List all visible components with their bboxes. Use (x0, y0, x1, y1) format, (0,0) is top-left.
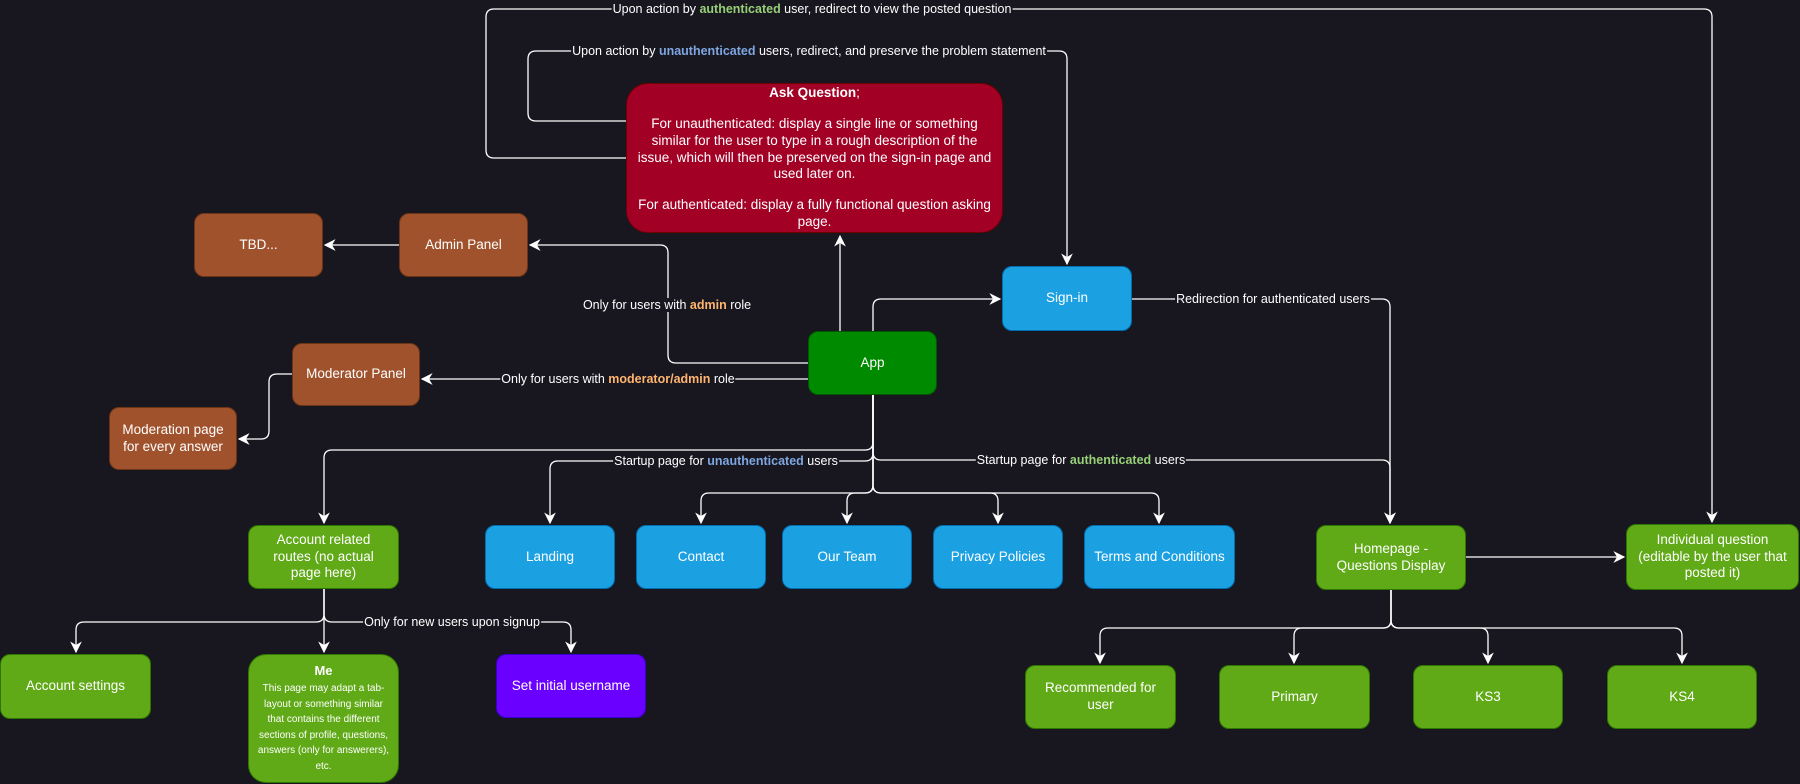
edge-app-to-ourteam (841, 395, 874, 525)
label-text: Redirection for authenticated users (1176, 292, 1370, 306)
tbd-label: TBD... (239, 236, 278, 252)
moderation-page-label: Moderation page for every answer (122, 421, 224, 454)
ks3-node[interactable]: KS3 (1413, 665, 1563, 729)
edge-account-to-settings (70, 589, 325, 654)
edge-label-moderator-only: Only for users with moderator/admin role (500, 372, 736, 386)
me-title: Me (314, 663, 333, 678)
edge-label-startup-auth: Startup page for authenticated users (975, 453, 1187, 467)
ask-question-title: Ask Question (769, 84, 857, 100)
sign-in-node[interactable]: Sign-in (1002, 266, 1132, 331)
edge-homepage-to-recommended (1094, 590, 1392, 665)
tbd-node[interactable]: TBD... (194, 213, 323, 277)
edge-label-unauth-redirect: Upon action by unauthenticated users, re… (571, 44, 1047, 58)
label-highlight: unauthenticated (707, 454, 804, 468)
moderator-panel-node[interactable]: Moderator Panel (292, 343, 420, 406)
edge-signin-to-homepage (1132, 298, 1396, 525)
app-label: App (860, 354, 885, 370)
set-username-label: Set initial username (511, 677, 631, 693)
homepage-label: Homepage - Questions Display (1336, 540, 1446, 573)
edge-label-admin-only: Only for users with admin role (581, 298, 753, 312)
account-routes-node[interactable]: Account related routes (no actual page h… (248, 525, 399, 589)
individual-question-label: Individual question (editable by the use… (1638, 531, 1787, 581)
ks3-label: KS3 (1475, 688, 1501, 704)
label-text: Only for users with (501, 372, 609, 386)
primary-label: Primary (1271, 688, 1318, 704)
label-text: Only for users with (582, 298, 690, 312)
moderator-panel-label: Moderator Panel (306, 366, 406, 382)
our-team-label: Our Team (817, 548, 877, 564)
label-text: Startup page for (614, 454, 708, 468)
individual-question-node[interactable]: Individual question (editable by the use… (1626, 524, 1799, 590)
label-highlight: authenticated (699, 2, 781, 16)
label-text: users (1151, 453, 1186, 467)
label-text: user, redirect to view the posted questi… (780, 2, 1012, 16)
label-highlight: admin (689, 298, 727, 312)
app-node[interactable]: App (808, 331, 937, 395)
sign-in-label: Sign-in (1045, 290, 1089, 306)
terms-conditions-label: Terms and Conditions (1094, 548, 1225, 564)
edge-moderator-to-moderation (237, 373, 292, 445)
moderation-page-node[interactable]: Moderation page for every answer (109, 407, 237, 470)
label-text: users, redirect, and preserve the proble… (755, 44, 1046, 58)
contact-node[interactable]: Contact (636, 525, 766, 589)
account-settings-node[interactable]: Account settings (0, 654, 151, 719)
recommended-label: Recommended for user (1044, 680, 1157, 712)
edge-label-startup-unauth: Startup page for unauthenticated users (613, 454, 839, 468)
edge-homepage-to-primary (1288, 590, 1392, 665)
edge-label-new-users: Only for new users upon signup (363, 615, 541, 629)
contact-label: Contact (677, 548, 725, 564)
account-routes-label: Account related routes (no actual page h… (273, 531, 374, 581)
admin-panel-label: Admin Panel (425, 236, 502, 252)
label-text: Upon action by (612, 2, 700, 16)
label-highlight: unauthenticated (658, 44, 756, 58)
label-text: role (726, 298, 752, 312)
ask-question-unauth-text: For unauthenticated: display a single li… (637, 115, 992, 182)
admin-panel-node[interactable]: Admin Panel (399, 213, 528, 277)
ask-question-node[interactable]: Ask Question; For unauthenticated: displ… (626, 83, 1003, 233)
ask-question-auth-text: For authenticated: display a fully funct… (638, 197, 991, 230)
privacy-policies-node[interactable]: Privacy Policies (933, 525, 1063, 589)
label-text: Upon action by (572, 44, 659, 58)
me-node[interactable]: Me This page may adapt a tab-layout or s… (248, 654, 399, 783)
me-description: This page may adapt a tab-layout or some… (257, 683, 390, 772)
set-username-node[interactable]: Set initial username (496, 654, 646, 718)
edge-app-to-signin (872, 293, 1002, 331)
edge-label-signin-redirect: Redirection for authenticated users (1175, 292, 1371, 306)
ask-question-title-suffix: ; (856, 84, 860, 100)
label-text: Only for new users upon signup (364, 615, 540, 629)
edge-label-auth-redirect: Upon action by authenticated user, redir… (611, 2, 1013, 16)
account-settings-label: Account settings (25, 678, 126, 694)
landing-node[interactable]: Landing (485, 525, 615, 589)
terms-conditions-node[interactable]: Terms and Conditions (1084, 525, 1235, 589)
primary-node[interactable]: Primary (1219, 665, 1370, 729)
label-highlight: moderator/admin (608, 372, 711, 386)
label-text: Startup page for (976, 453, 1070, 467)
edge-homepage-to-ks3 (1390, 590, 1494, 665)
our-team-node[interactable]: Our Team (782, 525, 912, 589)
recommended-node[interactable]: Recommended for user (1025, 665, 1176, 729)
landing-label: Landing (525, 548, 575, 564)
ks4-node[interactable]: KS4 (1607, 665, 1757, 729)
edge-homepage-to-ks4 (1390, 590, 1688, 665)
privacy-policies-label: Privacy Policies (950, 548, 1046, 564)
ks4-label: KS4 (1669, 688, 1695, 704)
homepage-node[interactable]: Homepage - Questions Display (1316, 525, 1466, 590)
label-highlight: authenticated (1069, 453, 1152, 467)
label-text: users (803, 454, 838, 468)
label-text: role (710, 372, 735, 386)
